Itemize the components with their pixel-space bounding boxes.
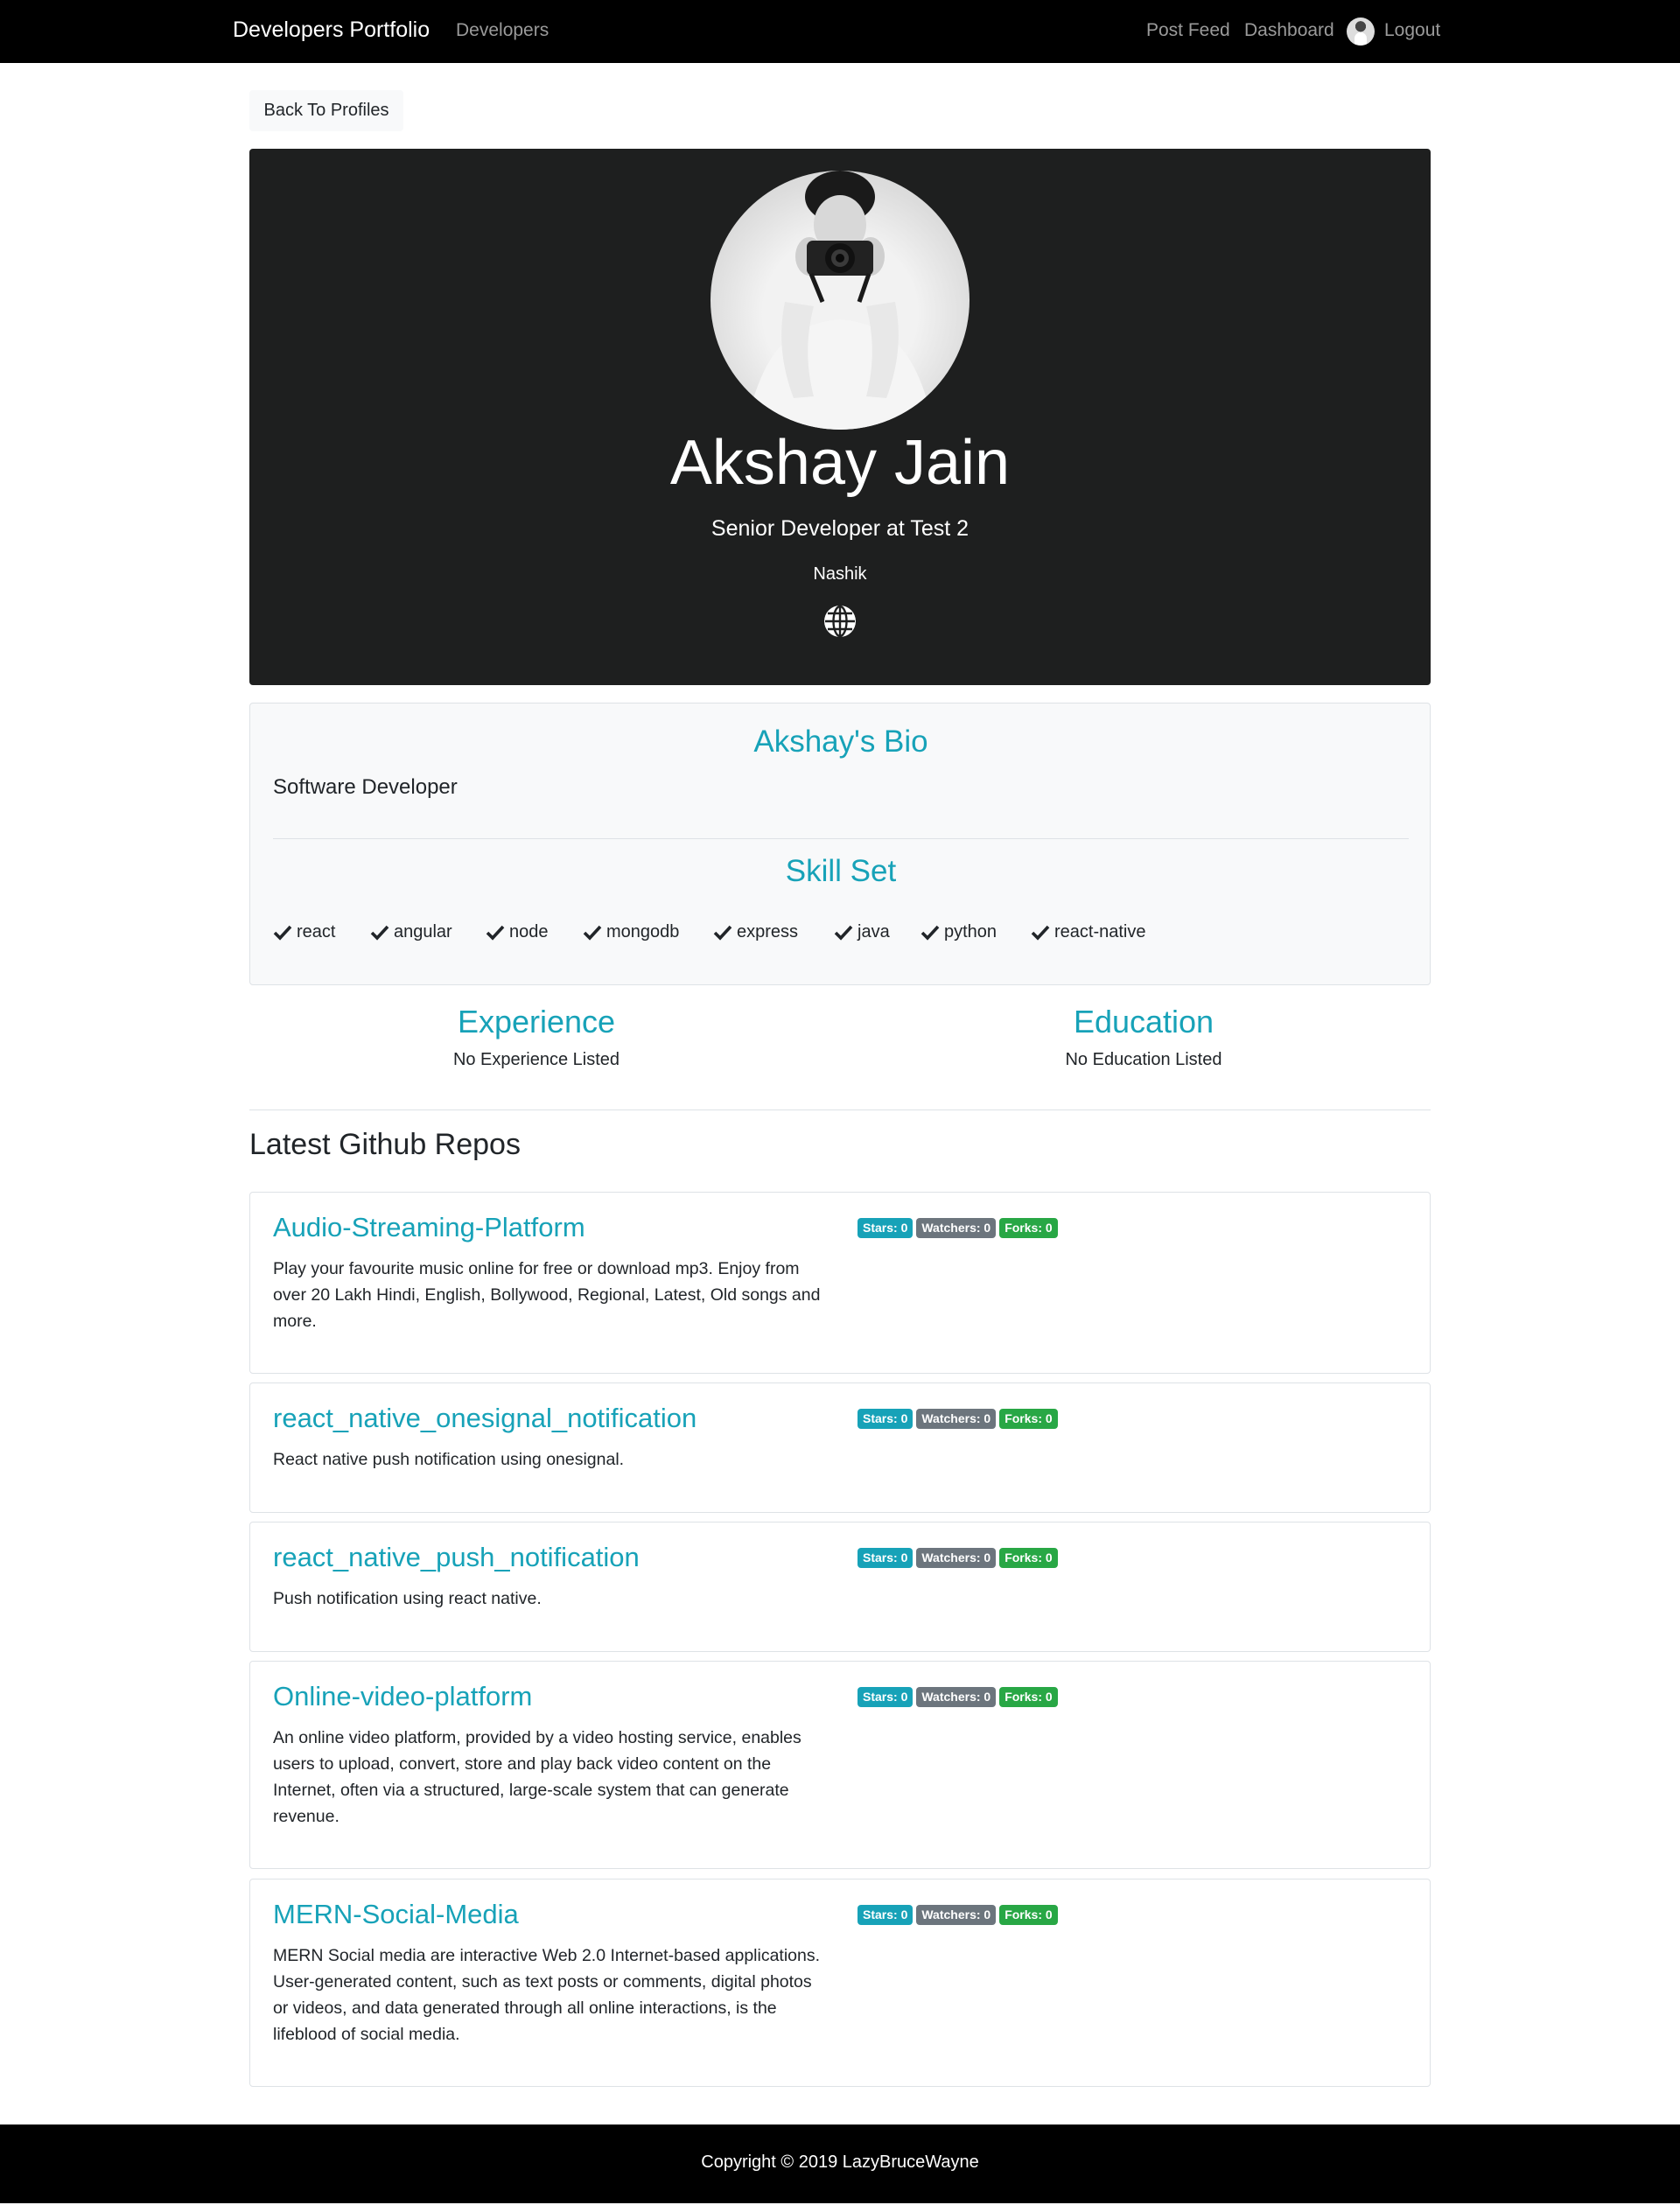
forks-badge: Forks: 0	[999, 1409, 1058, 1429]
repo-name-link[interactable]: react_native_onesignal_notification	[273, 1403, 696, 1434]
experience-title: Experience	[457, 1004, 616, 1040]
repo-badges: Stars: 0 Watchers: 0 Forks: 0	[858, 1409, 1058, 1429]
check-icon	[1031, 925, 1050, 941]
stars-badge: Stars: 0	[858, 1218, 914, 1238]
education-empty: No Education Listed	[1065, 1050, 1222, 1069]
repo-description: React native push notification using one…	[273, 1450, 625, 1469]
skill-label: mongodb	[606, 922, 680, 942]
repo-card: Audio-Streaming-Platform Play your favou…	[249, 1192, 1431, 1374]
copyright-text: Copyright © 2019 LazyBruceWayne	[701, 2152, 979, 2172]
brand-link[interactable]: Developers Portfolio	[233, 18, 430, 43]
check-icon	[834, 925, 853, 941]
profile-avatar	[710, 171, 970, 430]
skill-set-title: Skill Set	[785, 854, 897, 888]
check-icon	[920, 925, 940, 941]
profile-location: Nashik	[813, 564, 867, 584]
repo-badges: Stars: 0 Watchers: 0 Forks: 0	[858, 1548, 1058, 1568]
watchers-badge: Watchers: 0	[916, 1218, 997, 1238]
stars-badge: Stars: 0	[858, 1905, 914, 1925]
skill-label: react-native	[1054, 922, 1146, 942]
repo-badges: Stars: 0 Watchers: 0 Forks: 0	[858, 1687, 1058, 1707]
forks-badge: Forks: 0	[999, 1905, 1058, 1925]
forks-badge: Forks: 0	[999, 1687, 1058, 1707]
nav-developers[interactable]: Developers	[456, 20, 549, 41]
repo-name-link[interactable]: react_native_push_notification	[273, 1542, 640, 1573]
check-icon	[713, 925, 732, 941]
experience-empty: No Experience Listed	[452, 1050, 620, 1069]
repo-name-link[interactable]: MERN-Social-Media	[273, 1899, 519, 1930]
repo-description: Play your favourite music online for fre…	[273, 1259, 821, 1331]
repo-card: MERN-Social-Media MERN Social media are …	[249, 1879, 1431, 2087]
forks-badge: Forks: 0	[999, 1218, 1058, 1238]
repo-badges: Stars: 0 Watchers: 0 Forks: 0	[858, 1218, 1058, 1238]
skill-label: python	[944, 922, 998, 942]
check-icon	[273, 925, 292, 941]
watchers-badge: Watchers: 0	[916, 1905, 997, 1925]
check-icon	[583, 925, 602, 941]
globe-icon[interactable]	[822, 604, 858, 639]
skill-item: mongodb	[583, 922, 679, 942]
back-to-profiles-button[interactable]: Back To Profiles	[249, 90, 403, 131]
skill-label: node	[509, 922, 549, 942]
nav-dashboard[interactable]: Dashboard	[1244, 20, 1334, 41]
stars-badge: Stars: 0	[858, 1409, 914, 1429]
profile-name: Akshay Jain	[669, 428, 1011, 498]
repo-card: Online-video-platform An online video pl…	[249, 1661, 1431, 1869]
bio-title: Akshay's Bio	[753, 724, 928, 759]
footer: Copyright © 2019 LazyBruceWayne	[0, 2124, 1680, 2203]
watchers-badge: Watchers: 0	[916, 1687, 997, 1707]
stars-badge: Stars: 0	[858, 1687, 914, 1707]
repo-card: react_native_onesignal_notification Reac…	[249, 1382, 1431, 1513]
repo-name-link[interactable]: Audio-Streaming-Platform	[273, 1212, 585, 1243]
repo-card: react_native_push_notification Push noti…	[249, 1522, 1431, 1652]
skill-label: express	[737, 922, 799, 942]
skill-item: node	[486, 922, 549, 942]
bio-text: Software Developer	[273, 775, 458, 799]
repo-description: An online video platform, provided by a …	[273, 1728, 802, 1826]
watchers-badge: Watchers: 0	[916, 1548, 997, 1568]
bio-card: Akshay's Bio Software Developer Skill Se…	[249, 703, 1431, 985]
profile-status: Senior Developer at Test 2	[710, 516, 970, 541]
skill-item: react-native	[1031, 922, 1146, 942]
repos-heading: Latest Github Repos	[249, 1128, 521, 1161]
repo-description: MERN Social media are interactive Web 2.…	[273, 1946, 821, 2044]
nav-post-feed[interactable]: Post Feed	[1146, 20, 1230, 41]
skill-label: angular	[394, 922, 452, 942]
skill-item: angular	[370, 922, 452, 942]
navbar: Developers Portfolio Developers Post Fee…	[0, 0, 1680, 63]
repo-description: Push notification using react native.	[273, 1589, 542, 1608]
divider	[273, 838, 1409, 839]
profile-header-card: Akshay Jain Senior Developer at Test 2 N…	[249, 149, 1431, 685]
forks-badge: Forks: 0	[999, 1548, 1058, 1568]
skill-item: java	[834, 922, 890, 942]
skill-label: react	[297, 922, 336, 942]
check-icon	[370, 925, 389, 941]
skill-item: python	[920, 922, 997, 942]
stars-badge: Stars: 0	[858, 1548, 914, 1568]
watchers-badge: Watchers: 0	[916, 1409, 997, 1429]
nav-logout[interactable]: Logout	[1384, 20, 1440, 41]
check-icon	[486, 925, 505, 941]
repo-badges: Stars: 0 Watchers: 0 Forks: 0	[858, 1905, 1058, 1925]
repo-name-link[interactable]: Online-video-platform	[273, 1681, 532, 1712]
education-title: Education	[1073, 1004, 1214, 1040]
user-avatar[interactable]	[1347, 18, 1375, 46]
skill-item: express	[713, 922, 798, 942]
skill-label: java	[858, 922, 890, 942]
skill-item: react	[273, 922, 335, 942]
